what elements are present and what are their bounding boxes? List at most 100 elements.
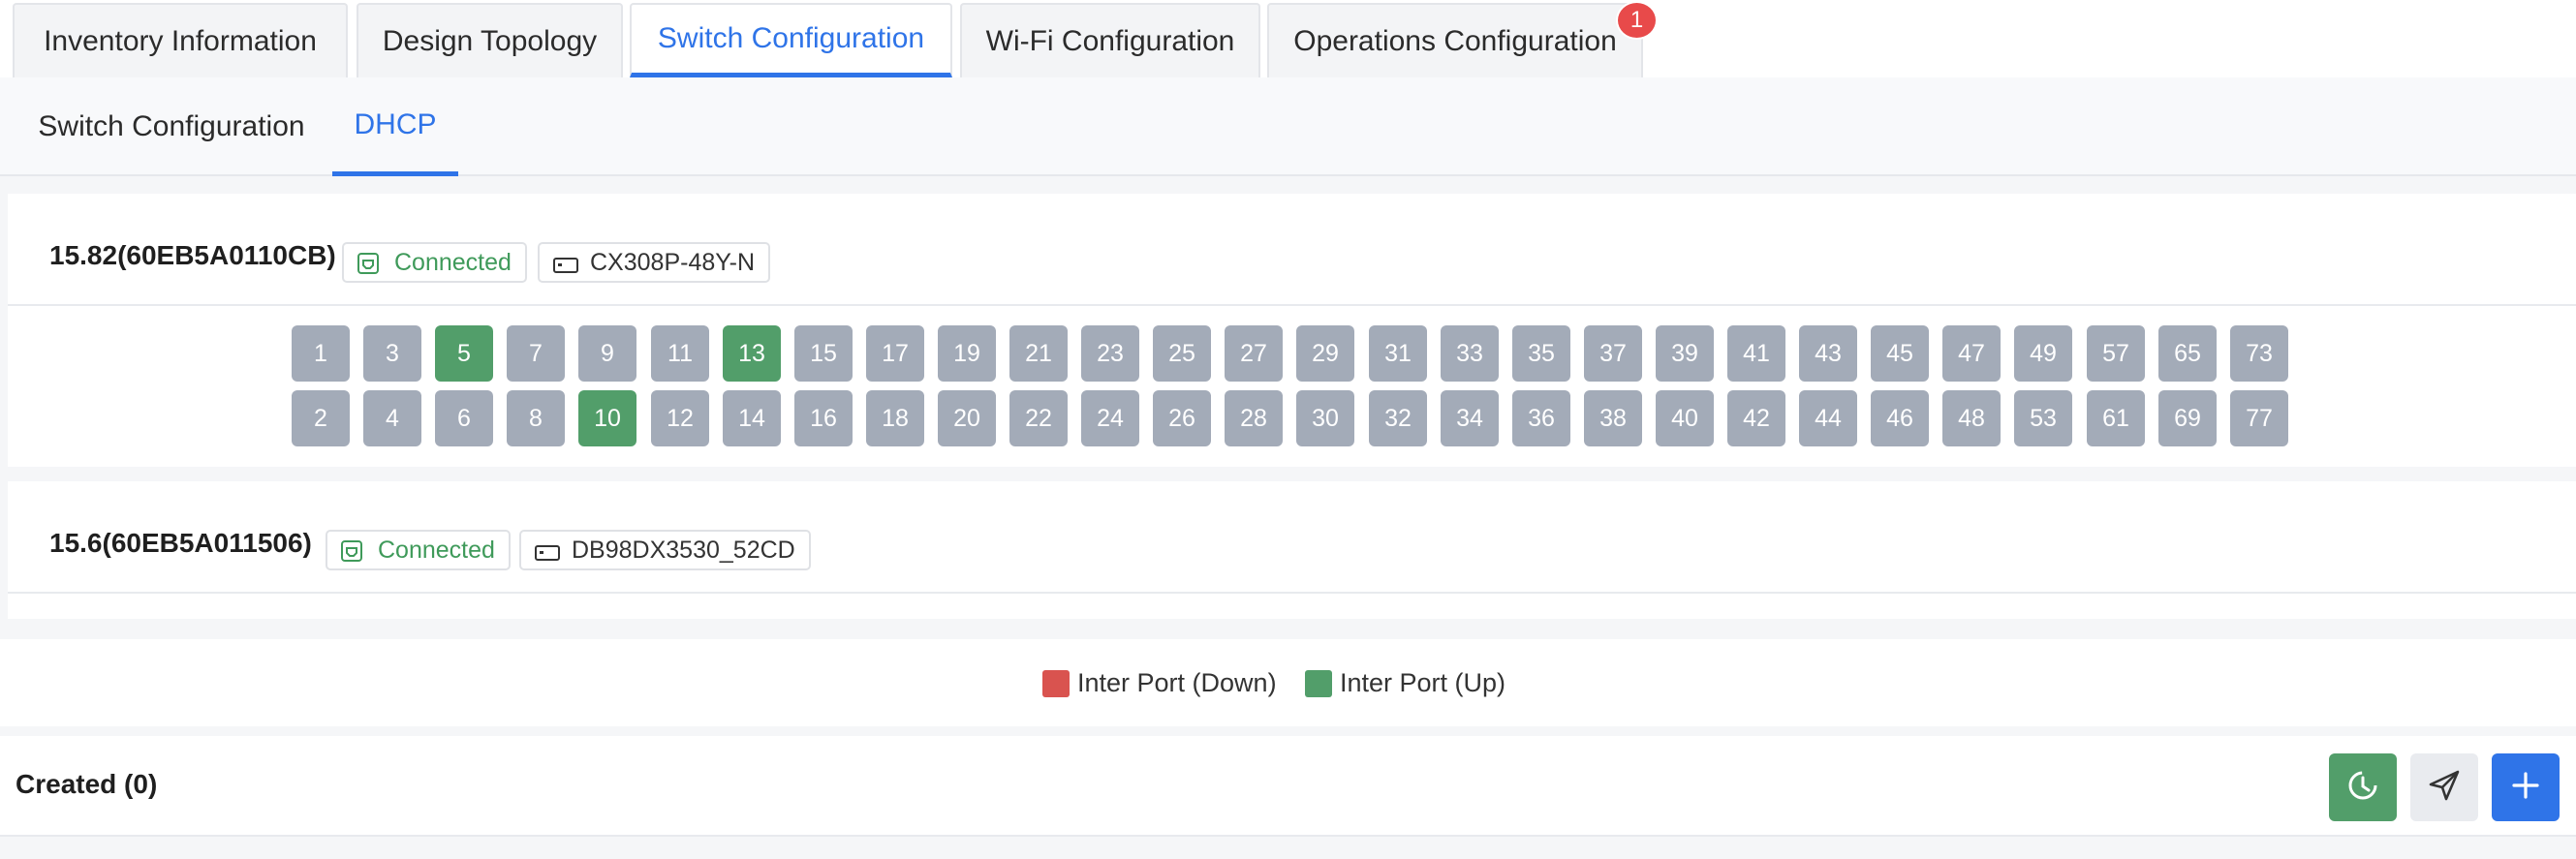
subtab-label: DHCP bbox=[354, 107, 437, 140]
port-77[interactable]: 77 bbox=[2230, 390, 2288, 446]
port-33[interactable]: 33 bbox=[1441, 325, 1499, 382]
port-31[interactable]: 31 bbox=[1369, 325, 1427, 382]
port-45[interactable]: 45 bbox=[1871, 325, 1929, 382]
port-42[interactable]: 42 bbox=[1727, 390, 1785, 446]
port-2[interactable]: 2 bbox=[292, 390, 350, 446]
subtab-dhcp[interactable]: DHCP bbox=[332, 77, 458, 176]
port-61[interactable]: 61 bbox=[2087, 390, 2145, 446]
plus-icon bbox=[2506, 766, 2545, 810]
port-6[interactable]: 6 bbox=[435, 390, 493, 446]
switch-device-icon bbox=[553, 253, 578, 273]
port-11[interactable]: 11 bbox=[651, 325, 709, 382]
port-4[interactable]: 4 bbox=[363, 390, 421, 446]
port-22[interactable]: 22 bbox=[1009, 390, 1068, 446]
notification-badge: 1 bbox=[1616, 1, 1658, 40]
port-17[interactable]: 17 bbox=[866, 325, 924, 382]
port-19[interactable]: 19 bbox=[938, 325, 996, 382]
legend-up-swatch bbox=[1305, 669, 1332, 697]
port-35[interactable]: 35 bbox=[1512, 325, 1570, 382]
tab-switch-configuration[interactable]: Switch Configuration bbox=[630, 3, 952, 77]
device-name: 15.6(60EB5A011506) bbox=[49, 528, 312, 558]
port-28[interactable]: 28 bbox=[1225, 390, 1283, 446]
device-name: 15.82(60EB5A0110CB) bbox=[49, 240, 336, 270]
status-text: Connected bbox=[378, 536, 495, 564]
legend-up: Inter Port (Up) bbox=[1305, 668, 1505, 698]
port-46[interactable]: 46 bbox=[1871, 390, 1929, 446]
port-29[interactable]: 29 bbox=[1296, 325, 1354, 382]
add-button[interactable] bbox=[2492, 753, 2560, 821]
port-47[interactable]: 47 bbox=[1942, 325, 2001, 382]
tab-design-topology[interactable]: Design Topology bbox=[357, 3, 623, 77]
tab-label: Inventory Information bbox=[44, 24, 317, 57]
port-69[interactable]: 69 bbox=[2158, 390, 2217, 446]
port-14[interactable]: 14 bbox=[723, 390, 781, 446]
tab-label: Operations Configuration bbox=[1293, 24, 1617, 57]
port-40[interactable]: 40 bbox=[1656, 390, 1714, 446]
port-5[interactable]: 5 bbox=[435, 325, 493, 382]
port-24[interactable]: 24 bbox=[1081, 390, 1139, 446]
port-3[interactable]: 3 bbox=[363, 325, 421, 382]
model-text: CX308P-48Y-N bbox=[590, 248, 756, 276]
tab-label: Switch Configuration bbox=[657, 22, 925, 54]
port-39[interactable]: 39 bbox=[1656, 325, 1714, 382]
port-37[interactable]: 37 bbox=[1584, 325, 1642, 382]
port-status-icon bbox=[341, 540, 364, 562]
port-status-icon bbox=[357, 253, 381, 274]
tab-label: Wi-Fi Configuration bbox=[985, 24, 1235, 57]
port-38[interactable]: 38 bbox=[1584, 390, 1642, 446]
send-icon bbox=[2425, 766, 2464, 810]
created-section: Created (0) bbox=[0, 736, 2576, 837]
port-20[interactable]: 20 bbox=[938, 390, 996, 446]
send-button[interactable] bbox=[2410, 753, 2478, 821]
port-43[interactable]: 43 bbox=[1799, 325, 1857, 382]
tab-operations-configuration[interactable]: Operations Configuration bbox=[1267, 3, 1643, 77]
subtab-label: Switch Configuration bbox=[38, 110, 305, 142]
port-8[interactable]: 8 bbox=[507, 390, 565, 446]
port-12[interactable]: 12 bbox=[651, 390, 709, 446]
legend-down-swatch bbox=[1042, 669, 1070, 697]
created-title: Created (0) bbox=[16, 769, 158, 799]
port-73[interactable]: 73 bbox=[2230, 325, 2288, 382]
model-text: DB98DX3530_52CD bbox=[572, 536, 795, 564]
status-badge: Connected bbox=[342, 242, 527, 283]
port-21[interactable]: 21 bbox=[1009, 325, 1068, 382]
port-1[interactable]: 1 bbox=[292, 325, 350, 382]
port-44[interactable]: 44 bbox=[1799, 390, 1857, 446]
port-57[interactable]: 57 bbox=[2087, 325, 2145, 382]
port-49[interactable]: 49 bbox=[2014, 325, 2072, 382]
port-15[interactable]: 15 bbox=[794, 325, 853, 382]
sub-tab-bar: Switch Configuration DHCP bbox=[0, 77, 2576, 176]
tab-inventory-information[interactable]: Inventory Information bbox=[13, 3, 348, 77]
device-card: 15.6(60EB5A011506) Connected DB98DX3530_… bbox=[8, 481, 2576, 619]
port-10[interactable]: 10 bbox=[578, 390, 636, 446]
subtab-switch-configuration[interactable]: Switch Configuration bbox=[38, 77, 305, 176]
schedule-button[interactable] bbox=[2329, 753, 2397, 821]
device-card: 15.82(60EB5A0110CB) Connected CX308P-48Y… bbox=[8, 194, 2576, 467]
clock-refresh-icon bbox=[2343, 766, 2382, 810]
port-26[interactable]: 26 bbox=[1153, 390, 1211, 446]
port-65[interactable]: 65 bbox=[2158, 325, 2217, 382]
tab-label: Design Topology bbox=[382, 24, 598, 57]
port-27[interactable]: 27 bbox=[1225, 325, 1283, 382]
model-badge: DB98DX3530_52CD bbox=[519, 530, 811, 570]
port-53[interactable]: 53 bbox=[2014, 390, 2072, 446]
port-48[interactable]: 48 bbox=[1942, 390, 2001, 446]
status-text: Connected bbox=[394, 248, 512, 276]
status-badge: Connected bbox=[326, 530, 511, 570]
port-32[interactable]: 32 bbox=[1369, 390, 1427, 446]
port-23[interactable]: 23 bbox=[1081, 325, 1139, 382]
port-16[interactable]: 16 bbox=[794, 390, 853, 446]
port-34[interactable]: 34 bbox=[1441, 390, 1499, 446]
port-30[interactable]: 30 bbox=[1296, 390, 1354, 446]
legend-down: Inter Port (Down) bbox=[1042, 668, 1277, 698]
port-41[interactable]: 41 bbox=[1727, 325, 1785, 382]
port-9[interactable]: 9 bbox=[578, 325, 636, 382]
port-25[interactable]: 25 bbox=[1153, 325, 1211, 382]
port-13[interactable]: 13 bbox=[723, 325, 781, 382]
port-36[interactable]: 36 bbox=[1512, 390, 1570, 446]
top-tab-bar: Inventory Information Design Topology Sw… bbox=[0, 0, 2576, 77]
tab-wifi-configuration[interactable]: Wi-Fi Configuration bbox=[960, 3, 1260, 77]
port-18[interactable]: 18 bbox=[866, 390, 924, 446]
port-7[interactable]: 7 bbox=[507, 325, 565, 382]
legend-down-label: Inter Port (Down) bbox=[1077, 668, 1277, 697]
